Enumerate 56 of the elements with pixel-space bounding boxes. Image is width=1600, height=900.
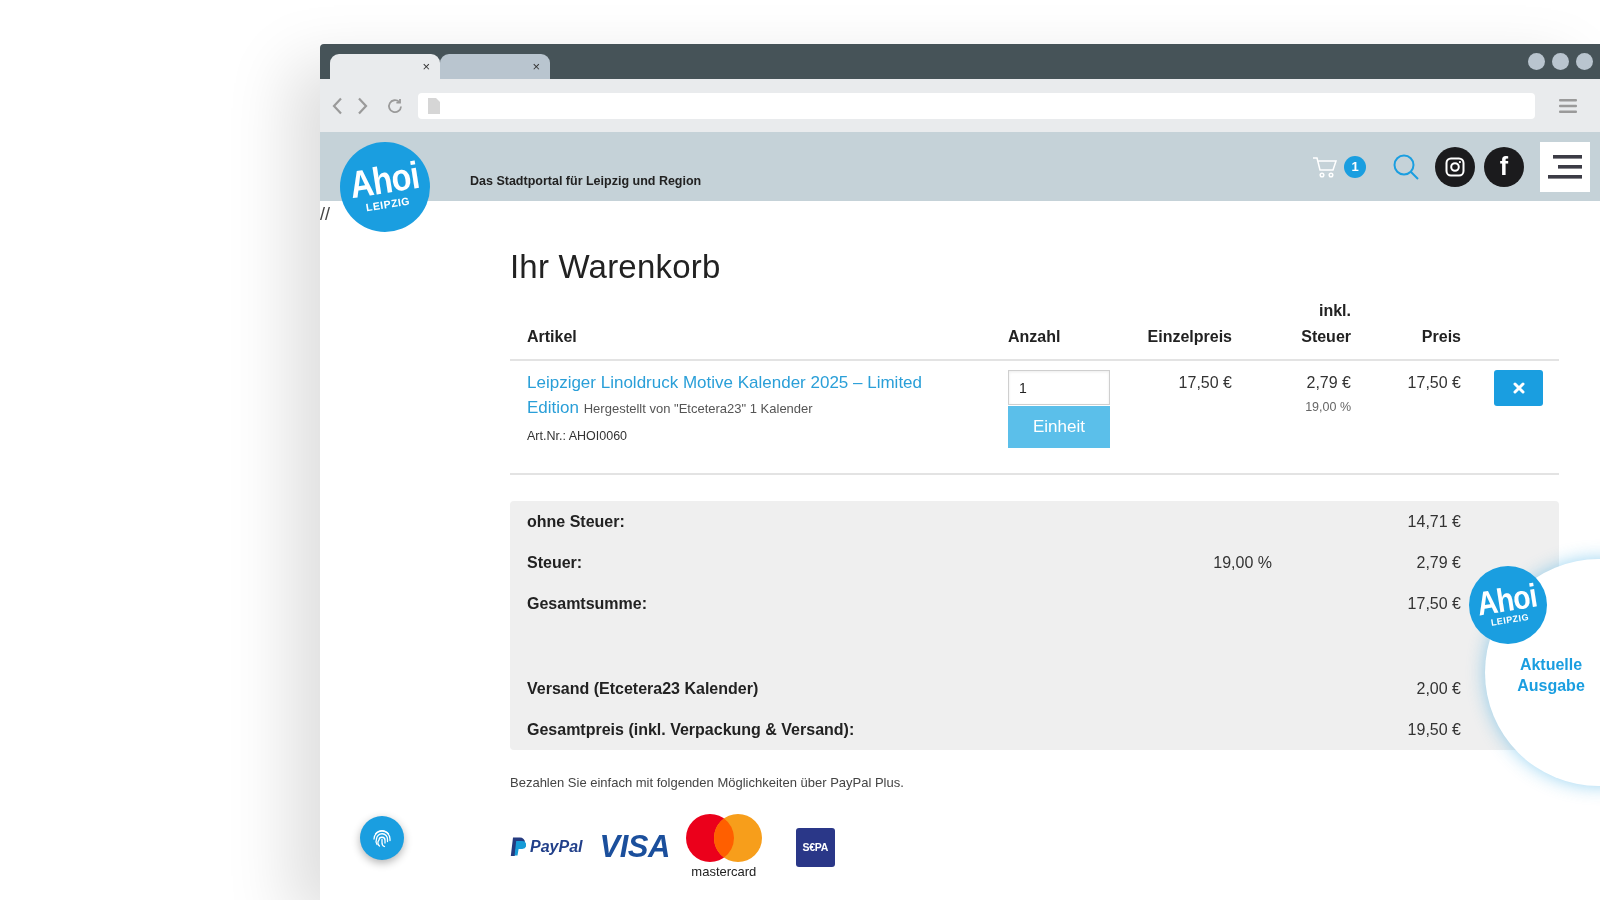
window-control-icon[interactable]: [1576, 53, 1593, 70]
column-header: inkl. Steuer: [1300, 301, 1351, 347]
overlapping-circles-icon: [685, 814, 762, 862]
page-icon: [428, 97, 440, 114]
window-control-icon[interactable]: [1528, 53, 1545, 70]
payment-logo: S€PA: [795, 827, 835, 867]
column-header: Anzahl: [1008, 327, 1061, 347]
summary-value: 14,71 €: [1406, 512, 1461, 531]
tax-rate: 19,00 %: [1305, 399, 1351, 416]
window-control-icon[interactable]: [1552, 53, 1569, 70]
column-header: Preis: [1421, 327, 1461, 347]
summary-value: 19,50 €: [1406, 720, 1461, 739]
tab-close-button[interactable]: ×: [530, 59, 542, 74]
tax-amount: 2,79 €: [1306, 373, 1351, 393]
summary-value: 2,79 €: [1415, 553, 1461, 572]
tagline: Das Stadtportal für Leipzig und Region: [470, 173, 702, 190]
tax-rate: 19,00 %: [1212, 553, 1272, 572]
menu-icon: [1548, 154, 1582, 179]
logo-mark-icon: [510, 837, 526, 857]
summary-label: Steuer:: [527, 553, 584, 572]
unit-price: 17,50 €: [1177, 373, 1232, 393]
remove-button[interactable]: [1494, 370, 1543, 406]
browser-tab[interactable]: ×: [330, 54, 440, 79]
cart-count: 1: [1344, 155, 1366, 178]
camera-icon: [1445, 156, 1465, 177]
summary-label: Versand (Etcetera23 Kalender): [527, 679, 760, 698]
cart-icon[interactable]: [1312, 155, 1338, 178]
line-price: 17,50 €: [1406, 373, 1461, 393]
close-icon: [1512, 382, 1525, 394]
menu-button[interactable]: [1540, 141, 1590, 192]
instagram-button[interactable]: [1435, 146, 1475, 187]
article-number: Art.Nr.: AHOI0060: [527, 428, 629, 445]
column-header: Einzelpreis: [1147, 327, 1232, 347]
payment-logo-text: VISA: [599, 831, 670, 863]
summary-label: Gesamtsumme:: [527, 594, 649, 613]
payment-info-text: Bezahlen Sie einfach mit folgenden Möglichkeiten über PayPal Plus.: [510, 774, 905, 792]
page-marker: //: [320, 203, 331, 226]
browser-tab[interactable]: ×: [440, 54, 550, 79]
forward-icon[interactable]: [357, 96, 369, 115]
reload-icon[interactable]: [387, 97, 403, 114]
tab-close-button[interactable]: ×: [420, 59, 432, 74]
summary-value: 2,00 €: [1415, 679, 1461, 698]
fingerprint-icon: [373, 828, 391, 848]
summary-label: Gesamtpreis (inkl. Verpackung & Versand):: [527, 720, 856, 739]
summary-label: ohne Steuer:: [527, 512, 626, 531]
quantity-field[interactable]: 1: [1008, 370, 1110, 405]
payment-logo-text: PayPal: [530, 838, 583, 856]
menu-icon[interactable]: [1559, 98, 1577, 113]
column-header: Artikel: [526, 327, 578, 347]
summary-value: 17,50 €: [1406, 594, 1461, 613]
search-icon[interactable]: [1393, 153, 1419, 180]
back-icon[interactable]: [331, 96, 343, 115]
product-title[interactable]: Leipziger Linoldruck Motive Kalender 2025 – Limited Edition Hergestellt von "Etcetera23" 1 Kalender: [527, 370, 947, 421]
facebook-button[interactable]: f: [1484, 146, 1524, 187]
payment-logo-text: mastercard: [691, 864, 757, 880]
page-title: Ihr Warenkorb: [510, 247, 722, 287]
